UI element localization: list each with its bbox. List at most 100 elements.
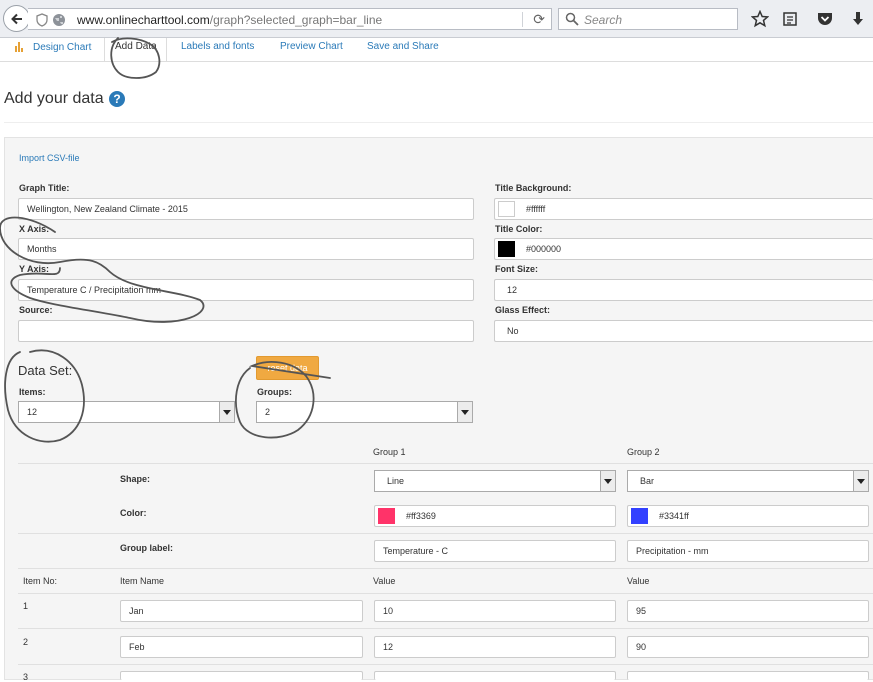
pocket-icon[interactable] (815, 9, 835, 29)
groups-value: 2 (265, 407, 271, 417)
reading-list-icon[interactable] (780, 9, 800, 29)
group2-shape-select[interactable]: Bar (627, 470, 869, 492)
color-label: Color: (120, 508, 147, 518)
tab-separator (166, 38, 167, 62)
editor-tabs: Design Chart Add Data Labels and fonts P… (0, 38, 873, 62)
title-background-label: Title Background: (495, 183, 572, 193)
items-select[interactable]: 12 (18, 401, 235, 423)
url-bar[interactable]: www.onlinecharttool.com/graph?selected_g… (28, 8, 552, 30)
group2-label-input[interactable]: Precipitation - mm (627, 540, 869, 562)
help-icon[interactable]: ? (109, 91, 125, 107)
table-divider (18, 593, 873, 594)
title-background-value: #ffffff (526, 204, 546, 214)
title-color-input[interactable]: #000000 (494, 238, 873, 260)
group2-color-input[interactable]: #3341ff (627, 505, 869, 527)
tab-separator (104, 38, 105, 62)
glass-effect-select[interactable]: No (494, 320, 873, 342)
item-value1-input[interactable]: 10 (374, 600, 616, 622)
chevron-down-icon[interactable] (457, 402, 472, 422)
font-size-input[interactable]: 12 (494, 279, 873, 301)
value1-header: Value (373, 576, 396, 586)
download-icon[interactable] (848, 9, 868, 29)
graph-title-input[interactable]: Wellington, New Zealand Climate - 2015 (18, 198, 474, 220)
item-no-header: Item No: (23, 576, 58, 586)
title-color-label: Title Color: (495, 224, 543, 234)
glass-effect-label: Glass Effect: (495, 305, 551, 315)
reload-icon[interactable]: ⟳ (533, 11, 545, 28)
back-arrow-icon (10, 13, 22, 24)
browser-toolbar: www.onlinecharttool.com/graph?selected_g… (0, 0, 873, 38)
groups-label: Groups: (257, 387, 292, 397)
title-background-swatch[interactable] (498, 201, 515, 217)
group2-color-value: #3341ff (659, 511, 689, 521)
item-name-input[interactable]: Jan (120, 600, 363, 622)
tab-design-chart[interactable]: Design Chart (33, 42, 91, 53)
graph-title-label: Graph Title: (19, 183, 70, 193)
import-csv-link[interactable]: Import CSV-file (19, 153, 80, 163)
group2-shape-value: Bar (640, 476, 655, 486)
x-axis-input[interactable]: Months (18, 238, 474, 260)
row-number: 3 (23, 672, 29, 682)
chevron-down-icon[interactable] (853, 471, 868, 491)
shield-icon (36, 13, 48, 27)
row-number: 1 (23, 601, 29, 611)
value2-header: Value (627, 576, 650, 586)
title-divider (4, 122, 873, 123)
table-divider (18, 568, 873, 569)
page-title: Add your data (4, 90, 104, 107)
chevron-down-icon[interactable] (600, 471, 615, 491)
source-input[interactable] (18, 320, 474, 342)
group2-color-swatch[interactable] (631, 508, 648, 524)
search-icon (565, 12, 579, 26)
item-value1-input[interactable] (374, 671, 616, 680)
item-name-input[interactable]: Feb (120, 636, 363, 658)
tab-add-data[interactable]: Add Data (115, 41, 157, 52)
group1-shape-value: Line (387, 476, 405, 486)
tab-preview-chart[interactable]: Preview Chart (280, 41, 343, 52)
table-divider (18, 463, 873, 464)
group1-color-input[interactable]: #ff3369 (374, 505, 616, 527)
tab-save-share[interactable]: Save and Share (367, 41, 439, 52)
groups-select[interactable]: 2 (256, 401, 473, 423)
reset-data-button[interactable]: reset data (256, 356, 319, 380)
items-value: 12 (27, 407, 38, 417)
shape-label: Shape: (120, 474, 151, 484)
back-button[interactable] (3, 5, 30, 32)
search-placeholder: Search (584, 13, 623, 27)
group1-color-value: #ff3369 (406, 511, 436, 521)
item-name-header: Item Name (120, 576, 165, 586)
tab-labels-fonts[interactable]: Labels and fonts (181, 41, 254, 52)
items-label: Items: (19, 387, 46, 397)
group1-color-swatch[interactable] (378, 508, 395, 524)
group2-header: Group 2 (627, 447, 660, 457)
y-axis-input[interactable]: Temperature C / Precipitation mm (18, 279, 474, 301)
chart-icon (15, 42, 23, 52)
group-label-label: Group label: (120, 543, 174, 553)
data-set-title: Data Set: (18, 363, 73, 378)
globe-icon (53, 14, 65, 26)
item-value1-input[interactable]: 12 (374, 636, 616, 658)
row-number: 2 (23, 637, 29, 647)
bookmark-star-icon[interactable] (750, 9, 770, 29)
x-axis-label: X Axis: (19, 224, 50, 234)
url-path: /graph?selected_graph=bar_line (209, 13, 383, 27)
url-domain: www.onlinecharttool.com (77, 13, 210, 27)
table-divider (18, 664, 873, 665)
item-value2-input[interactable] (627, 671, 869, 680)
title-background-input[interactable]: #ffffff (494, 198, 873, 220)
item-value2-input[interactable]: 95 (627, 600, 869, 622)
title-color-swatch[interactable] (498, 241, 515, 257)
chevron-down-icon[interactable] (219, 402, 234, 422)
table-divider (18, 533, 873, 534)
font-size-label: Font Size: (495, 264, 538, 274)
source-label: Source: (19, 305, 53, 315)
item-name-input[interactable] (120, 671, 363, 680)
y-axis-label: Y Axis: (19, 264, 50, 274)
url-divider (522, 12, 523, 27)
table-divider (18, 628, 873, 629)
group1-shape-select[interactable]: Line (374, 470, 616, 492)
item-value2-input[interactable]: 90 (627, 636, 869, 658)
search-bar[interactable]: Search (558, 8, 738, 30)
group1-label-input[interactable]: Temperature - C (374, 540, 616, 562)
title-color-value: #000000 (526, 244, 562, 254)
